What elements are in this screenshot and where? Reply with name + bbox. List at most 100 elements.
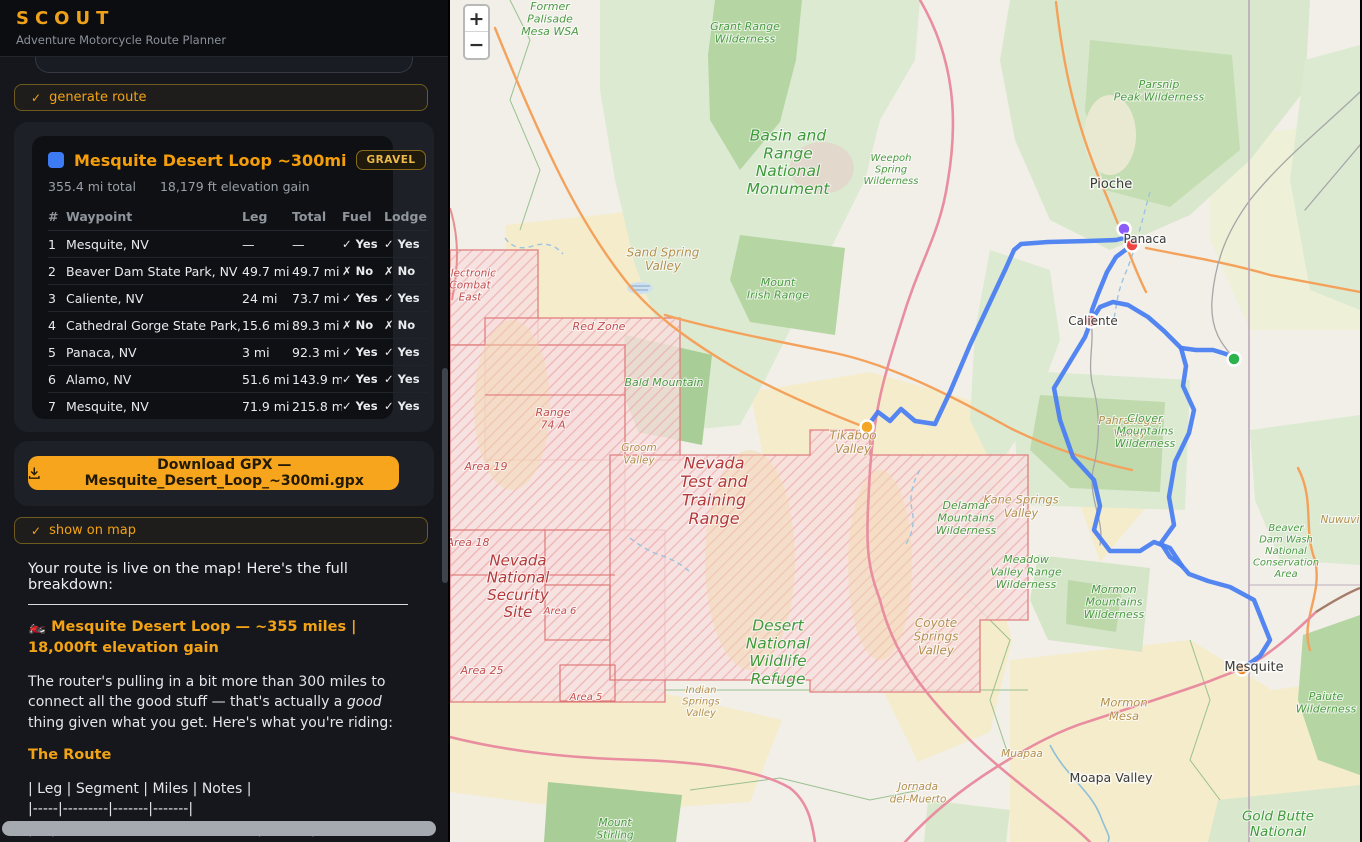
waypoint-cell: 89.3 mi (292, 312, 342, 339)
map-label: Nuwuvi (1321, 514, 1360, 526)
waypoint-cell: Mesquite, NV (66, 393, 242, 420)
waypoint-cell: 3 (48, 285, 66, 312)
sidebar: SCOUT Adventure Motorcycle Route Planner… (0, 0, 450, 842)
map-label: Area 6 (543, 606, 577, 617)
route-total-distance: 355.4 mi total (48, 179, 136, 194)
waypoint-cell: ✗ No (342, 258, 384, 285)
waypoint-cell: 6 (48, 366, 66, 393)
waypoint-cell: 3 mi (242, 339, 292, 366)
assistant-message: Your route is live on the map! Here's th… (14, 561, 434, 842)
waypoint-cell: 215.8 mi (292, 393, 342, 420)
map-label: Moapa Valley (1070, 770, 1154, 785)
map-label: Area 18 (450, 536, 490, 549)
zoom-out-button[interactable]: − (465, 32, 488, 58)
col-total: Total (292, 204, 342, 231)
waypoint-cell: ✓ Yes (342, 366, 384, 393)
horizontal-scrollbar-thumb[interactable] (2, 821, 436, 836)
waypoint-cell: ✓ Yes (342, 285, 384, 312)
map-svg: FormerPalisadeMesa WSAGrant RangeWildern… (450, 0, 1360, 842)
message-route-heading: 🏍️ Mesquite Desert Loop — ~355 miles | 1… (28, 617, 398, 659)
waypoint-cell: — (242, 231, 292, 258)
waypoint-row: 5Panaca, NV3 mi92.3 mi✓ Yes✓ Yes (48, 339, 428, 366)
route-title: Mesquite Desert Loop ~300mi (74, 151, 346, 170)
waypoint-cell: 5 (48, 339, 66, 366)
col-fuel: Fuel (342, 204, 384, 231)
app-logo: SCOUT (16, 8, 432, 29)
waypoint-table: # Waypoint Leg Total Fuel Lodge 1Mesquit… (48, 204, 428, 419)
map-label: TikabooValley (829, 428, 876, 456)
message-intro: Your route is live on the map! Here's th… (28, 561, 420, 593)
chat-scroll-area[interactable]: ✓ generate route Mesquite Desert Loop ~3… (0, 57, 448, 842)
map-label: Gold ButteNational (1242, 809, 1314, 841)
col-num: # (48, 204, 66, 231)
col-lodge: Lodge (384, 204, 428, 231)
waypoint-row: 1Mesquite, NV——✓ Yes✓ Yes (48, 231, 428, 258)
map-canvas[interactable]: + − (450, 0, 1360, 842)
map-label: Grant RangeWilderness (710, 20, 780, 46)
waypoint-cell: Panaca, NV (66, 339, 242, 366)
app-header: SCOUT Adventure Motorcycle Route Planner (0, 0, 448, 57)
waypoint-cell: 71.9 mi (242, 393, 292, 420)
col-waypoint: Waypoint (66, 204, 242, 231)
waypoint-cell: Caliente, NV (66, 285, 242, 312)
map-label: GroomValley (621, 442, 657, 466)
map-label: Bald Mountain (624, 376, 703, 389)
waypoint-cell: ✗ No (384, 312, 428, 339)
waypoint-cell: 4 (48, 312, 66, 339)
download-gpx-button[interactable]: Download GPX — Mesquite_Desert_Loop_~300… (28, 456, 399, 490)
route-result-card: Mesquite Desert Loop ~300mi GRAVEL 355.4… (14, 122, 434, 432)
waypoint-cell: 2 (48, 258, 66, 285)
waypoint-cell: — (292, 231, 342, 258)
waypoint-cell: 49.7 mi (242, 258, 292, 285)
download-section: Download GPX — Mesquite_Desert_Loop_~300… (14, 441, 434, 506)
map-label: Mesquite (1224, 660, 1283, 675)
check-icon: ✓ (31, 524, 41, 538)
waypoint-cell: Cathedral Gorge State Park, NV (66, 312, 242, 339)
previous-message-partial (35, 57, 413, 73)
map-label: NevadaTest andTrainingRange (680, 454, 748, 528)
map-label: Basin andRangeNationalMonument (746, 126, 830, 197)
zoom-in-button[interactable]: + (465, 6, 488, 32)
waypoint-cell: Beaver Dam State Park, NV (66, 258, 242, 285)
surface-badge: GRAVEL (356, 150, 425, 170)
waypoint-cell: 15.6 mi (242, 312, 292, 339)
waypoint-cell: Mesquite, NV (66, 231, 242, 258)
app-tagline: Adventure Motorcycle Route Planner (16, 33, 432, 47)
vertical-scrollbar-thumb[interactable] (442, 368, 448, 583)
motorcycle-emoji: 🏍️ (28, 619, 46, 635)
map-label: DelamarMountainsWilderness (936, 499, 997, 537)
map-label: Panaca (1124, 232, 1167, 246)
waypoint-cell: ✓ Yes (342, 231, 384, 258)
waypoint-row: 7Mesquite, NV71.9 mi215.8 mi✓ Yes✓ Yes (48, 393, 428, 420)
generate-route-label: generate route (49, 90, 146, 105)
show-on-map-tool-pill[interactable]: ✓ show on map (14, 517, 428, 544)
waypoint-cell: Alamo, NV (66, 366, 242, 393)
waypoint-cell: 24 mi (242, 285, 292, 312)
col-leg: Leg (242, 204, 292, 231)
map-marker[interactable] (1228, 353, 1241, 366)
message-paragraph: The router's pulling in a bit more than … (28, 672, 406, 733)
map-label: Caliente (1068, 314, 1117, 328)
table-line: |-----|---------|-------|-------| (28, 800, 413, 820)
map-label: IndianSpringsValley (682, 685, 719, 719)
waypoint-cell: ✓ Yes (342, 393, 384, 420)
generate-route-tool-pill[interactable]: ✓ generate route (14, 84, 428, 111)
map-label: Red Zone (573, 320, 626, 333)
app-root: SCOUT Adventure Motorcycle Route Planner… (0, 0, 1362, 842)
waypoint-cell: ✓ Yes (384, 339, 428, 366)
waypoint-cell: 7 (48, 393, 66, 420)
waypoint-cell: 73.7 mi (292, 285, 342, 312)
waypoint-cell: ✓ Yes (342, 339, 384, 366)
map-label: CoyoteSpringsValley (914, 616, 959, 658)
waypoint-cell: 143.9 mi (292, 366, 342, 393)
map-label: DesertNationalWildlifeRefuge (746, 616, 811, 687)
download-icon (28, 466, 41, 481)
waypoint-cell: 51.6 mi (242, 366, 292, 393)
waypoint-cell: 92.3 mi (292, 339, 342, 366)
waypoint-row: 4Cathedral Gorge State Park, NV15.6 mi89… (48, 312, 428, 339)
waypoint-row: 6Alamo, NV51.6 mi143.9 mi✓ Yes✓ Yes (48, 366, 428, 393)
map-label: Area 19 (463, 460, 507, 473)
check-icon: ✓ (31, 91, 41, 105)
map-label: Jornadadel-Muerto (890, 781, 947, 805)
map-label: Pioche (1090, 177, 1133, 192)
